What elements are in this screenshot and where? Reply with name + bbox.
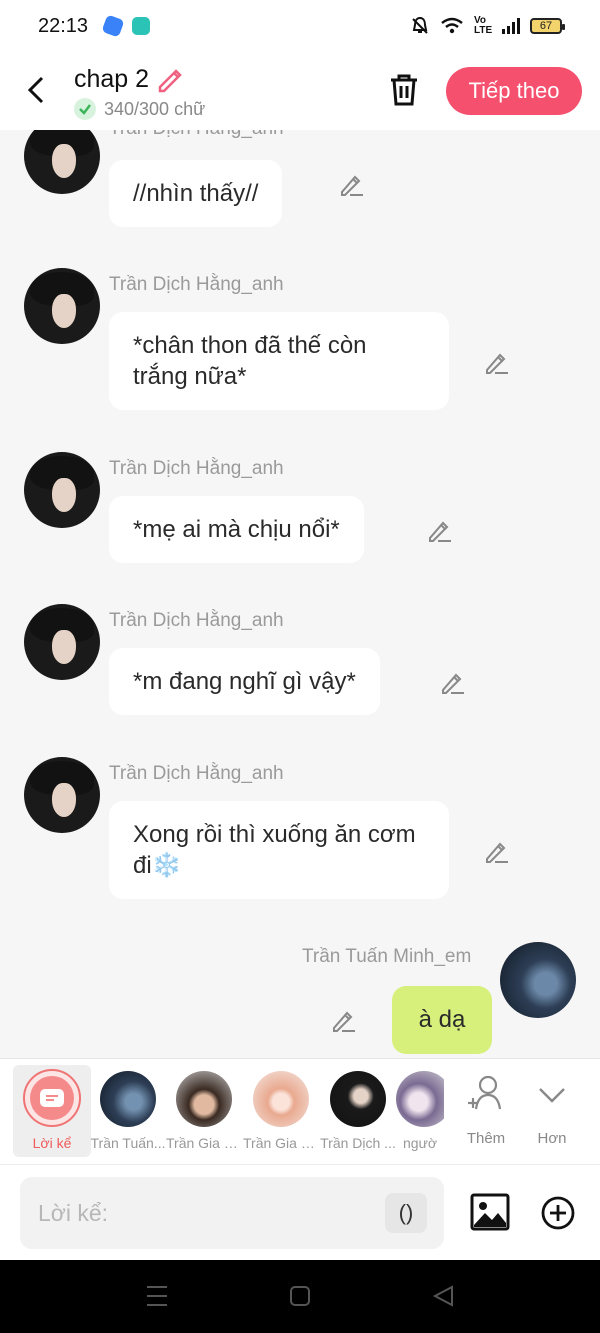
character-item[interactable]: ngườ: [396, 1067, 444, 1157]
add-label: Thêm: [466, 1130, 506, 1147]
edit-icon[interactable]: [483, 348, 511, 376]
word-count: 340/300 chữ: [104, 98, 206, 119]
input-bar: (): [0, 1164, 600, 1260]
message-bubble[interactable]: //nhìn thấy//: [109, 160, 283, 227]
avatar[interactable]: [24, 604, 100, 680]
home-icon[interactable]: [289, 1284, 311, 1308]
sender-name: Trần Dịch Hằng_anh: [109, 763, 284, 784]
message-bubble[interactable]: *m đang nghĩ gì vậy*: [109, 648, 380, 715]
app-notification-icon: [132, 17, 151, 35]
message-bubble[interactable]: Xong rồi thì xuống ăn cơm đi❄️: [109, 801, 449, 899]
battery-level: 67: [539, 20, 553, 32]
sender-name: Trần Tuấn Minh_em: [302, 946, 472, 967]
volte-icon: Vo LTE: [474, 15, 493, 36]
sender-name: Trần Dịch Hằng_anh: [109, 274, 284, 295]
narrator-icon: [23, 1069, 81, 1127]
character-bar: Lời kể Trần Tuấn... Trần Gia H... Trần G…: [0, 1058, 600, 1164]
character-narrator[interactable]: Lời kể: [13, 1065, 91, 1157]
check-icon: [74, 98, 96, 120]
message-bubble[interactable]: *chân thon đã thế còn trắng nữa*: [109, 312, 449, 410]
message-bubble[interactable]: *mẹ ai mà chịu nổi*: [109, 496, 364, 563]
character-item[interactable]: Trần Gia H...: [166, 1067, 242, 1157]
next-button[interactable]: Tiếp theo: [446, 67, 582, 115]
avatar: [330, 1071, 386, 1127]
editor-header: chap 2 340/300 chữ Tiếp theo: [0, 52, 600, 130]
edit-icon[interactable]: [483, 837, 511, 865]
add-circle-icon[interactable]: [540, 1195, 576, 1231]
system-nav-bar: [0, 1260, 600, 1333]
character-label: Trần Gia H...: [243, 1135, 319, 1151]
notification-icons: [101, 14, 151, 38]
trash-icon[interactable]: [388, 72, 420, 108]
sender-name: Trần Dịch Hằng_anh: [109, 130, 284, 140]
character-label: Trần Tuấn...: [90, 1135, 166, 1151]
battery-icon: 67: [530, 18, 565, 34]
character-label: Trần Dịch ...: [320, 1135, 396, 1151]
chapter-title[interactable]: chap 2: [74, 64, 185, 94]
signal-icon: [502, 18, 520, 34]
character-label: ngườ: [402, 1135, 438, 1151]
character-label: Trần Gia H...: [166, 1135, 242, 1151]
avatar[interactable]: [24, 452, 100, 528]
avatar: [100, 1071, 156, 1127]
edit-icon[interactable]: [439, 668, 467, 696]
character-item[interactable]: Trần Gia H...: [243, 1067, 319, 1157]
status-bar: 22:13 Vo LTE 67: [0, 0, 600, 52]
add-person-icon: [468, 1075, 502, 1110]
wifi-icon: [441, 17, 463, 34]
avatar: [396, 1071, 444, 1127]
avatar[interactable]: [24, 757, 100, 833]
my-message-bubble[interactable]: à dạ: [392, 986, 492, 1054]
pencil-icon[interactable]: [155, 64, 185, 94]
more-label: Hơn: [537, 1130, 567, 1147]
back-nav-icon[interactable]: [432, 1284, 454, 1308]
avatar: [253, 1071, 309, 1127]
edit-icon[interactable]: [426, 516, 454, 544]
back-arrow-icon[interactable]: [22, 72, 52, 108]
chat-area[interactable]: Trần Dịch Hằng_anh //nhìn thấy// Trần Dị…: [0, 130, 600, 1058]
sender-name: Trần Dịch Hằng_anh: [109, 610, 284, 631]
bell-muted-icon: [412, 16, 428, 34]
status-time: 22:13: [38, 14, 89, 37]
add-character-button[interactable]: Thêm: [448, 1067, 524, 1157]
chevron-down-icon: [539, 1088, 565, 1103]
message-input[interactable]: [20, 1177, 444, 1249]
more-button[interactable]: Hơn: [514, 1067, 590, 1157]
avatar[interactable]: [24, 130, 100, 194]
character-item[interactable]: Trần Dịch ...: [320, 1067, 396, 1157]
edit-icon[interactable]: [338, 170, 366, 198]
avatar: [176, 1071, 232, 1127]
avatar[interactable]: [24, 268, 100, 344]
menu-icon[interactable]: [146, 1284, 168, 1308]
sender-name: Trần Dịch Hằng_anh: [109, 458, 284, 479]
character-item[interactable]: Trần Tuấn...: [90, 1067, 166, 1157]
app-notification-icon: [101, 14, 125, 38]
edit-icon[interactable]: [330, 1006, 358, 1034]
avatar[interactable]: [500, 942, 576, 1018]
image-icon[interactable]: [470, 1193, 510, 1231]
parenthesis-button[interactable]: (): [385, 1193, 427, 1233]
word-count-row: 340/300 chữ: [74, 98, 205, 120]
character-label: Lời kể: [32, 1135, 72, 1151]
chapter-title-text: chap 2: [74, 64, 150, 93]
